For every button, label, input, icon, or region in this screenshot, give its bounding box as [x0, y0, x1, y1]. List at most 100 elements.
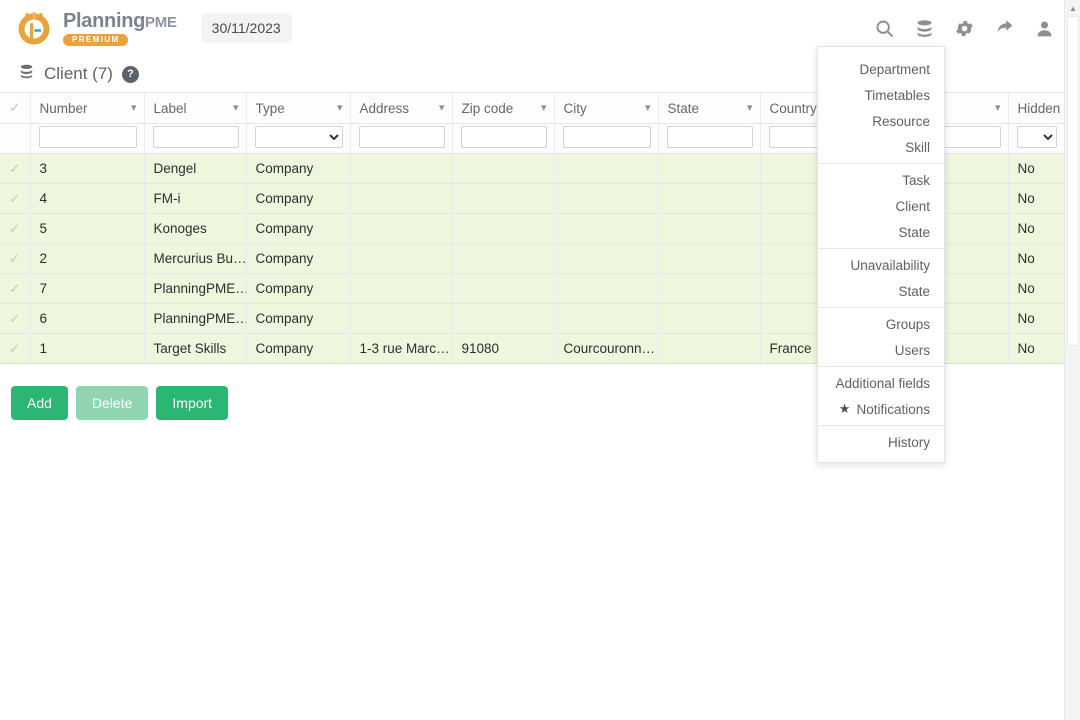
chevron-down-icon[interactable]: ▾	[747, 102, 753, 114]
column-filter-address[interactable]	[350, 123, 453, 154]
column-header-number[interactable]: Number ▾	[30, 93, 145, 124]
filter-input-zip[interactable]	[460, 125, 547, 148]
filter-select-type[interactable]	[254, 125, 343, 148]
menu-item-label: Additional fields	[835, 375, 930, 391]
select-all-check-icon[interactable]: ✓	[0, 93, 29, 123]
menu-item-timetables[interactable]: Timetables	[818, 82, 944, 108]
import-button[interactable]: Import	[156, 386, 229, 420]
row-select-cell[interactable]: ✓	[0, 273, 31, 304]
menu-item-task[interactable]: Task	[818, 167, 944, 193]
menu-item-department[interactable]: Department	[818, 56, 944, 82]
cell-zip	[452, 273, 555, 304]
menu-item-notifications[interactable]: ★ Notifications	[818, 396, 944, 422]
database-icon	[18, 63, 35, 85]
cell-type: Company	[246, 183, 351, 214]
menu-item-resource[interactable]: Resource	[818, 108, 944, 134]
column-header-label[interactable]: Label ▾	[144, 93, 247, 124]
menu-item-additional-fields[interactable]: Additional fields	[818, 370, 944, 396]
chevron-down-icon[interactable]: ▾	[233, 102, 239, 114]
menu-item-state[interactable]: State	[818, 219, 944, 245]
scroll-up-arrow-icon[interactable]: ▲	[1065, 0, 1080, 16]
gear-icon[interactable]	[946, 10, 982, 46]
column-header-zip[interactable]: Zip code ▾	[452, 93, 555, 124]
chevron-down-icon[interactable]: ▾	[337, 102, 343, 114]
row-check-icon[interactable]: ✓	[0, 161, 29, 177]
database-icon[interactable]	[906, 10, 942, 46]
menu-item-state[interactable]: State	[818, 278, 944, 304]
column-header-label-zip: Zip code	[461, 100, 514, 116]
filter-input-number[interactable]	[38, 125, 137, 148]
chevron-down-icon[interactable]: ▾	[131, 102, 137, 114]
brand-logo[interactable]: PlanningPME PREMIUM	[14, 8, 177, 48]
chevron-down-icon[interactable]: ▾	[439, 102, 445, 114]
menu-item-label: Resource	[872, 113, 930, 129]
planningpme-logo-icon	[14, 8, 54, 48]
current-date[interactable]: 30/11/2023	[200, 13, 292, 43]
menu-item-users[interactable]: Users	[818, 337, 944, 363]
brand-title: PlanningPME	[63, 11, 177, 31]
user-icon[interactable]	[1026, 10, 1062, 46]
cell-number: 6	[30, 303, 145, 334]
cell-address	[350, 153, 453, 184]
row-select-cell[interactable]: ✓	[0, 183, 31, 214]
column-filter-state[interactable]	[658, 123, 761, 154]
cell-number: 7	[30, 273, 145, 304]
cell-state	[658, 303, 761, 334]
cell-address	[350, 183, 453, 214]
filter-select-hidden[interactable]	[1016, 125, 1057, 148]
help-icon[interactable]: ?	[121, 65, 139, 83]
select-all-header[interactable]: ✓	[0, 93, 31, 124]
row-select-cell[interactable]: ✓	[0, 213, 31, 244]
settings-dropdown-menu[interactable]: Department Timetables Resource Skill Task Cli…	[817, 46, 945, 463]
delete-button[interactable]: Delete	[75, 386, 149, 420]
column-filter-label[interactable]	[144, 123, 247, 154]
column-filter-type[interactable]	[246, 123, 351, 154]
row-select-cell[interactable]: ✓	[0, 303, 31, 334]
row-select-cell[interactable]: ✓	[0, 333, 31, 364]
row-select-cell[interactable]: ✓	[0, 153, 31, 184]
cell-city	[554, 153, 659, 184]
search-icon[interactable]	[866, 10, 902, 46]
row-check-icon[interactable]: ✓	[0, 191, 29, 207]
column-filter-number[interactable]	[30, 123, 145, 154]
column-header-label-country: Country	[769, 100, 817, 116]
menu-item-label: Skill	[905, 139, 930, 155]
column-header-label-type: Type	[255, 100, 285, 116]
row-check-icon[interactable]: ✓	[0, 281, 29, 297]
filter-input-city[interactable]	[562, 125, 651, 148]
column-header-label-number: Number	[39, 100, 88, 116]
menu-group-4: Additional fields ★ Notifications	[818, 366, 944, 425]
menu-item-unavailability[interactable]: Unavailability	[818, 252, 944, 278]
column-header-type[interactable]: Type ▾	[246, 93, 351, 124]
column-header-address[interactable]: Address ▾	[350, 93, 453, 124]
column-filter-hidden[interactable]	[1008, 123, 1065, 154]
row-select-cell[interactable]: ✓	[0, 243, 31, 274]
menu-item-groups[interactable]: Groups	[818, 311, 944, 337]
column-filter-zip[interactable]	[452, 123, 555, 154]
vertical-scrollbar[interactable]: ▲	[1064, 0, 1080, 720]
filter-input-label[interactable]	[152, 125, 239, 148]
chevron-down-icon[interactable]: ▾	[995, 102, 1001, 114]
cell-state	[658, 213, 761, 244]
column-filter-city[interactable]	[554, 123, 659, 154]
filter-input-state[interactable]	[666, 125, 753, 148]
row-check-icon[interactable]: ✓	[0, 341, 29, 357]
filter-input-address[interactable]	[358, 125, 445, 148]
row-check-icon[interactable]: ✓	[0, 221, 29, 237]
menu-item-history[interactable]: History	[818, 429, 944, 455]
scrollbar-thumb[interactable]	[1067, 16, 1079, 346]
cell-number: 4	[30, 183, 145, 214]
column-header-state[interactable]: State ▾	[658, 93, 761, 124]
row-check-icon[interactable]: ✓	[0, 311, 29, 327]
menu-item-client[interactable]: Client	[818, 193, 944, 219]
row-check-icon[interactable]: ✓	[0, 251, 29, 267]
share-icon[interactable]	[986, 10, 1022, 46]
add-button[interactable]: Add	[11, 386, 68, 420]
chevron-down-icon[interactable]: ▾	[645, 102, 651, 114]
cell-type: Company	[246, 153, 351, 184]
column-header-city[interactable]: City ▾	[554, 93, 659, 124]
column-header-hidden[interactable]: Hidden ▾	[1008, 93, 1065, 124]
cell-type: Company	[246, 273, 351, 304]
chevron-down-icon[interactable]: ▾	[541, 102, 547, 114]
menu-item-skill[interactable]: Skill	[818, 134, 944, 160]
